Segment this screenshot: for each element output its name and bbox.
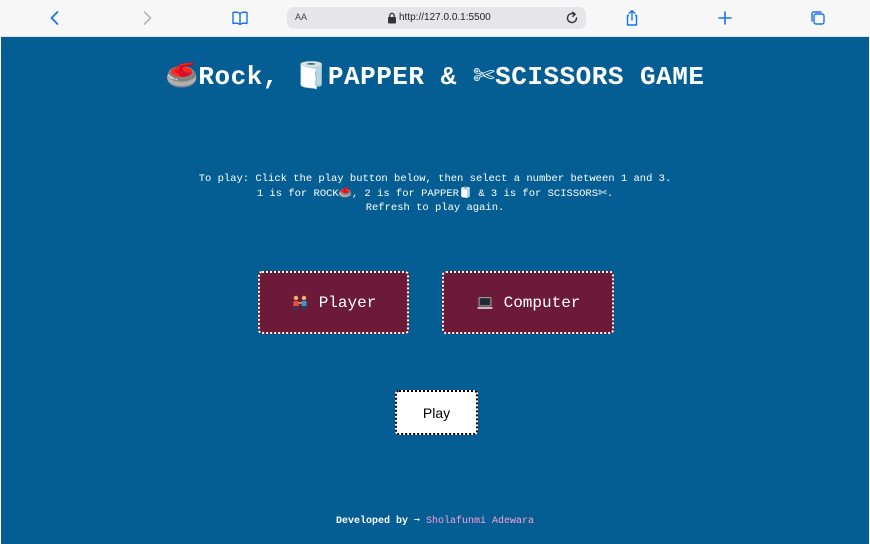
footer: Developed by ➞ Sholafunmi Adewara (1, 515, 869, 527)
game-page: 🥌Rock, 🧻PAPPER & ✄SCISSORS GAME To play:… (1, 37, 869, 544)
instructions-line-1: To play: Click the play button below, th… (198, 173, 672, 185)
page-title: 🥌Rock, 🧻PAPPER & ✄SCISSORS GAME (1, 61, 869, 92)
tabs-icon (811, 11, 825, 25)
share-button[interactable] (620, 6, 644, 30)
address-bar[interactable]: AA http://127.0.0.1:5500 (287, 7, 586, 29)
scissors-icon: ✄ (472, 61, 496, 91)
laptop-icon (476, 295, 494, 311)
lock-icon (388, 12, 396, 24)
browser-toolbar: AA http://127.0.0.1:5500 (0, 0, 870, 37)
instr-rock-text: 1 is for ROCK (256, 188, 339, 200)
instructions-line-3: Refresh to play again. (365, 202, 505, 214)
player-label: Player (318, 293, 377, 312)
reload-icon[interactable] (564, 10, 580, 26)
book-icon (232, 11, 248, 26)
plus-icon (718, 11, 732, 25)
computer-card[interactable]: Computer (442, 271, 614, 334)
share-icon (626, 9, 638, 26)
people-holding-hands-icon (291, 295, 309, 311)
instr-scissors-text: & 3 is for SCISSORS (472, 188, 599, 200)
author-link[interactable]: Sholafunmi Adewara (426, 516, 534, 527)
title-paper: PAPPER & (327, 62, 473, 92)
back-button[interactable] (43, 6, 67, 30)
footer-prefix: Developed by (335, 516, 414, 527)
toilet-paper-icon: 🧻 (458, 187, 473, 199)
scissors-icon: ✄ (598, 187, 607, 199)
computer-label: Computer (503, 293, 581, 312)
chevron-right-icon (143, 11, 152, 25)
tabs-overview-button[interactable] (806, 6, 830, 30)
curling-stone-icon: 🥌 (338, 187, 352, 199)
forward-button[interactable] (135, 6, 159, 30)
text-size-button[interactable]: AA (295, 12, 307, 22)
title-rock: Rock, (198, 62, 296, 92)
chevron-left-icon (50, 11, 59, 25)
instructions-line-2: 1 is for ROCK🥌, 2 is for PAPPER🧻 & 3 is … (1, 186, 869, 201)
toilet-paper-icon: 🧻 (295, 61, 328, 91)
arrow-right-icon: ➞ (413, 516, 426, 527)
instructions: To play: Click the play button below, th… (1, 172, 869, 215)
player-card[interactable]: Player (258, 271, 409, 334)
instr-paper-text: , 2 is for PAPPER (351, 188, 459, 200)
new-tab-button[interactable] (713, 6, 737, 30)
bookmarks-button[interactable] (228, 6, 252, 30)
play-button[interactable]: Play (395, 390, 478, 435)
title-scissors: SCISSORS GAME (495, 62, 705, 92)
curling-stone-icon: 🥌 (165, 61, 199, 91)
instr-period: . (606, 188, 614, 200)
url-text[interactable]: http://127.0.0.1:5500 (399, 12, 491, 23)
